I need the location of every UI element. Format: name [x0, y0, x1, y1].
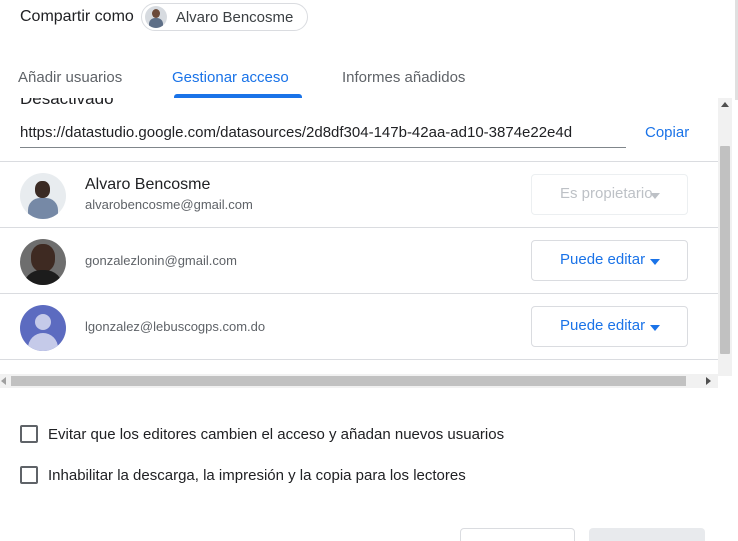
role-dropdown[interactable]: Puede editar: [531, 240, 688, 281]
horizontal-scrollbar[interactable]: [0, 374, 718, 388]
scroll-right-arrow-icon[interactable]: [706, 377, 711, 385]
prevent-editors-label: Evitar que los editores cambien el acces…: [48, 425, 505, 443]
disable-download-checkbox-row[interactable]: Inhabilitar la descarga, la impresión y …: [20, 466, 466, 484]
tab-manage-access[interactable]: Gestionar acceso: [172, 69, 289, 86]
tab-add-users[interactable]: Añadir usuarios: [18, 69, 122, 86]
tab-added-reports[interactable]: Informes añadidos: [342, 69, 465, 86]
horizontal-scroll-thumb[interactable]: [11, 376, 686, 386]
owner-avatar: [144, 6, 167, 28]
role-dropdown-owner: Es propietario: [531, 174, 688, 215]
user-row: gonzalezlonin@gmail.com Puede editar: [0, 227, 718, 293]
tab-bar: Añadir usuarios Gestionar acceso Informe…: [0, 60, 735, 98]
avatar: [20, 173, 66, 219]
role-dropdown[interactable]: Puede editar: [531, 306, 688, 347]
role-label: Es propietario: [560, 185, 653, 202]
disable-download-checkbox[interactable]: [20, 466, 38, 484]
prevent-editors-checkbox-row[interactable]: Evitar que los editores cambien el acces…: [20, 425, 504, 443]
share-as-row: Compartir como Alvaro Bencosme: [20, 3, 309, 31]
owner-name: Alvaro Bencosme: [175, 8, 294, 26]
role-label: Puede editar: [560, 251, 646, 268]
share-as-label: Compartir como: [20, 8, 134, 25]
role-label: Puede editar: [560, 317, 646, 334]
chevron-down-icon: [650, 259, 660, 265]
link-sharing-status: Desactivado: [20, 98, 114, 108]
vertical-scrollbar[interactable]: [718, 98, 732, 376]
user-row: Alvaro Bencosme alvarobencosme@gmail.com…: [0, 161, 718, 227]
user-email: alvarobencosme@gmail.com: [85, 197, 253, 212]
vertical-scroll-thumb[interactable]: [720, 146, 730, 354]
avatar: [20, 239, 66, 285]
chevron-down-icon: [650, 193, 660, 199]
share-link-field[interactable]: https://datastudio.google.com/datasource…: [20, 122, 626, 148]
person-icon: [20, 305, 66, 351]
access-list-scroll-area[interactable]: Desactivado https://datastudio.google.co…: [0, 98, 718, 376]
user-email: lgonzalez@lebuscogps.com.do: [85, 319, 266, 334]
save-button[interactable]: [589, 528, 705, 541]
user-name: Alvaro Bencosme: [85, 176, 211, 193]
user-row: lgonzalez@lebuscogps.com.do Puede editar: [0, 293, 718, 359]
copy-link-button[interactable]: Copiar: [645, 124, 689, 141]
disable-download-label: Inhabilitar la descarga, la impresión y …: [48, 466, 466, 484]
scroll-left-arrow-icon[interactable]: [1, 377, 6, 385]
chevron-down-icon: [650, 325, 660, 331]
prevent-editors-checkbox[interactable]: [20, 425, 38, 443]
owner-chip[interactable]: Alvaro Bencosme: [140, 3, 309, 31]
scroll-up-arrow-icon[interactable]: [721, 102, 729, 107]
user-email: gonzalezlonin@gmail.com: [85, 253, 237, 268]
cancel-button[interactable]: [460, 528, 575, 541]
